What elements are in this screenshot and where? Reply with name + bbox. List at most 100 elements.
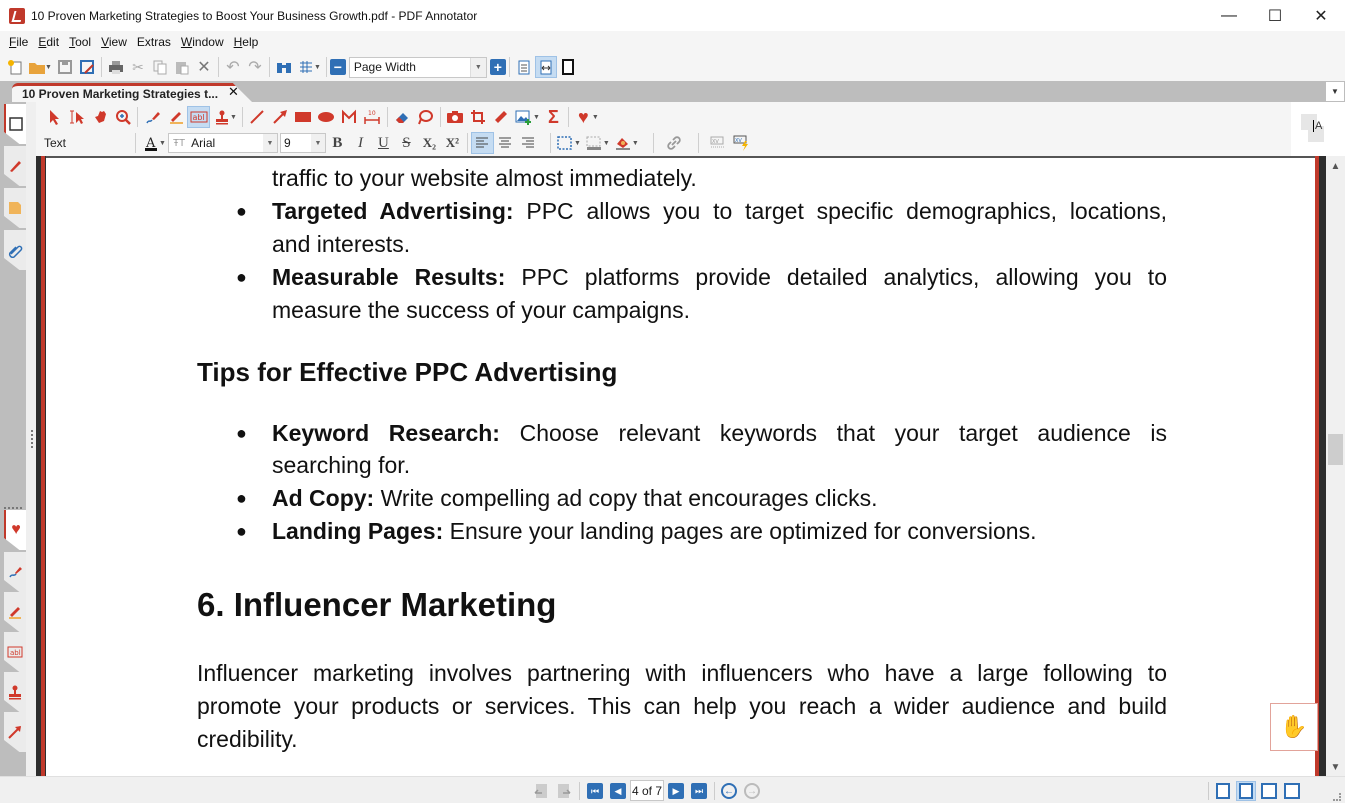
sidebar-tab-bookmarks[interactable]: [4, 146, 26, 186]
document-tab[interactable]: 10 Proven Marketing Strategies t...: [12, 83, 252, 102]
chevron-down-icon[interactable]: ▼: [469, 57, 486, 77]
menu-edit[interactable]: Edit: [33, 35, 64, 49]
sidebar-tab-stamp[interactable]: [4, 672, 26, 712]
lasso-icon[interactable]: [414, 106, 437, 128]
print-icon[interactable]: [105, 56, 127, 78]
next-view-page-icon[interactable]: [556, 783, 572, 802]
ruler-icon[interactable]: [490, 106, 513, 128]
menu-window[interactable]: Window: [176, 35, 229, 49]
menu-file[interactable]: File: [4, 35, 33, 49]
italic-button[interactable]: I: [349, 132, 372, 154]
last-page-button[interactable]: ⏭: [691, 783, 707, 799]
grid-settings-icon[interactable]: [295, 56, 317, 78]
single-page-layout-icon[interactable]: [1213, 781, 1233, 801]
menu-tool[interactable]: Tool: [64, 35, 96, 49]
next-page-button[interactable]: ▶: [668, 783, 684, 799]
sidebar-tab-attachments[interactable]: [4, 230, 26, 270]
sidebar-tab-notes[interactable]: [4, 188, 26, 228]
ocr-recognize-icon[interactable]: XV: [731, 132, 754, 154]
forward-icon[interactable]: →: [744, 783, 760, 799]
menu-extras[interactable]: Extras: [132, 35, 176, 49]
highlighter-tool-icon[interactable]: [164, 106, 187, 128]
menu-help[interactable]: Help: [229, 35, 264, 49]
document-view[interactable]: traffic to your website almost immediate…: [36, 156, 1326, 776]
align-left-icon[interactable]: [470, 132, 494, 154]
previous-page-button[interactable]: ◀: [610, 783, 626, 799]
camera-icon[interactable]: [444, 106, 467, 128]
superscript-button[interactable]: X²: [441, 132, 464, 154]
font-color-icon[interactable]: A: [139, 132, 162, 154]
maximize-button[interactable]: ☐: [1252, 0, 1298, 31]
stamp-tool-icon[interactable]: [210, 106, 233, 128]
arrow-tool-icon[interactable]: [269, 106, 292, 128]
fullscreen-icon[interactable]: [557, 56, 579, 78]
fit-page-icon[interactable]: [513, 56, 535, 78]
border-style-icon[interactable]: [554, 132, 577, 154]
new-document-icon[interactable]: [4, 56, 26, 78]
rectangle-tool-icon[interactable]: [292, 106, 315, 128]
previous-view-page-icon[interactable]: [533, 783, 549, 802]
splitter-grip[interactable]: [31, 430, 34, 448]
minimize-button[interactable]: —: [1206, 0, 1252, 31]
insert-image-icon[interactable]: [513, 106, 536, 128]
pen-tool-icon[interactable]: [141, 106, 164, 128]
menu-view[interactable]: View: [96, 35, 132, 49]
eraser-icon[interactable]: [391, 106, 414, 128]
sigma-formula-icon[interactable]: Σ: [542, 106, 565, 128]
first-page-button[interactable]: ⏮: [587, 783, 603, 799]
redo-icon[interactable]: ↷: [244, 56, 266, 78]
align-center-icon[interactable]: [494, 132, 517, 154]
link-icon[interactable]: [663, 132, 686, 154]
sidebar-tab-textbox[interactable]: abl: [4, 632, 26, 672]
strikethrough-button[interactable]: S: [395, 132, 418, 154]
line-tool-icon[interactable]: [246, 106, 269, 128]
ellipse-tool-icon[interactable]: [315, 106, 338, 128]
tab-list-dropdown-icon[interactable]: ▼: [1326, 82, 1344, 101]
ocr-text-icon[interactable]: XV: [708, 132, 731, 154]
border-color-icon[interactable]: [583, 132, 606, 154]
zoom-in-button[interactable]: +: [489, 59, 506, 75]
sidebar-grip[interactable]: [4, 507, 22, 509]
resize-grip[interactable]: [1333, 793, 1341, 801]
sidebar-tab-pen[interactable]: [4, 552, 26, 592]
measure-tool-icon[interactable]: 10: [361, 106, 384, 128]
save-annotated-icon[interactable]: [76, 56, 98, 78]
sidebar-tab-highlighter[interactable]: [4, 592, 26, 632]
bold-button[interactable]: B: [326, 132, 349, 154]
close-tab-icon[interactable]: ✕: [228, 84, 239, 100]
scrollbar-thumb[interactable]: [1328, 434, 1343, 465]
subscript-button[interactable]: X₂: [418, 132, 441, 154]
copy-icon[interactable]: [149, 56, 171, 78]
favorites-heart-icon[interactable]: ♥: [572, 106, 595, 128]
crop-icon[interactable]: [467, 106, 490, 128]
font-family-select[interactable]: ŦT Arial ▼: [167, 133, 278, 153]
continuous-layout-icon[interactable]: [1236, 781, 1256, 801]
fit-width-icon[interactable]: [534, 56, 557, 78]
save-icon[interactable]: [54, 56, 76, 78]
fill-color-icon[interactable]: [612, 132, 635, 154]
page-number-field[interactable]: 4 of 7: [630, 780, 664, 801]
underline-button[interactable]: U: [372, 132, 395, 154]
text-select-icon[interactable]: [65, 106, 88, 128]
find-binoculars-icon[interactable]: [273, 56, 295, 78]
polyline-tool-icon[interactable]: [338, 106, 361, 128]
delete-icon[interactable]: ✕: [193, 56, 215, 78]
close-button[interactable]: ✕: [1298, 0, 1344, 31]
two-page-layout-icon[interactable]: [1259, 781, 1279, 801]
sidebar-tab-favorites[interactable]: ♥: [4, 510, 26, 550]
cut-icon[interactable]: ✂: [127, 56, 149, 78]
align-right-icon[interactable]: [517, 132, 540, 154]
font-size-select[interactable]: 9 ▼: [279, 133, 326, 153]
zoom-level-select[interactable]: Page Width ▼: [348, 56, 487, 78]
hand-tool-widget[interactable]: ✋: [1270, 703, 1318, 751]
two-page-continuous-layout-icon[interactable]: [1282, 781, 1302, 801]
select-arrow-icon[interactable]: [42, 106, 65, 128]
scroll-down-icon[interactable]: ▼: [1326, 759, 1345, 776]
scroll-up-icon[interactable]: ▲: [1326, 158, 1345, 175]
text-box-tool-icon[interactable]: abl: [187, 106, 210, 128]
chevron-down-icon[interactable]: ▼: [262, 134, 277, 152]
sidebar-tab-page[interactable]: [4, 104, 26, 144]
open-folder-icon[interactable]: [26, 56, 48, 78]
vertical-scrollbar[interactable]: ▲ ▼: [1326, 156, 1345, 776]
back-icon[interactable]: ←: [721, 783, 737, 799]
